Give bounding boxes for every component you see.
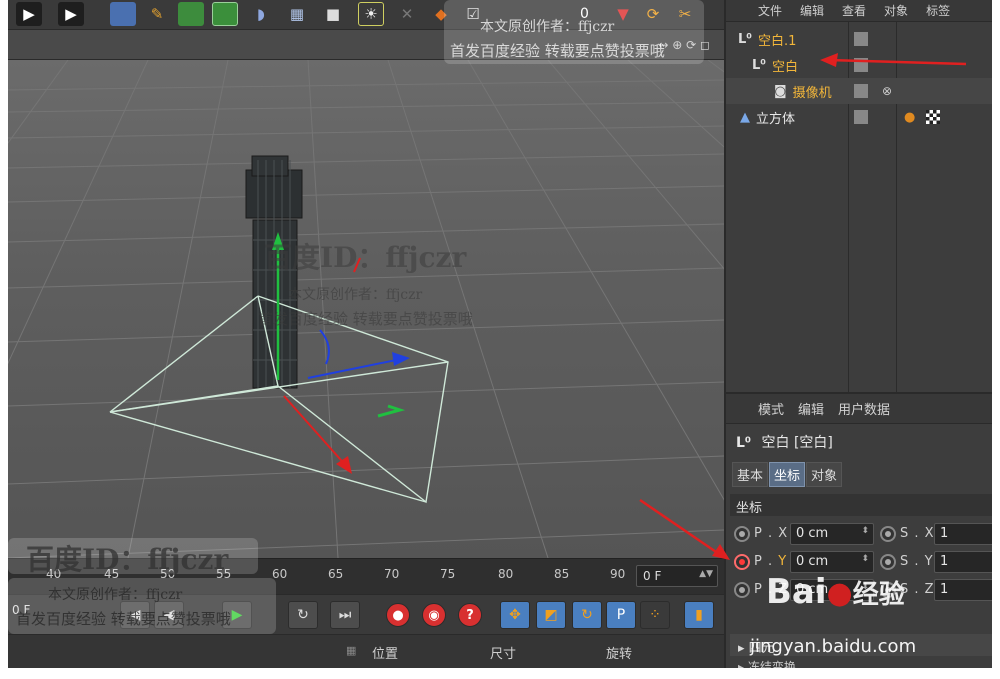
baidu-paw-icon: ● [826,576,853,611]
baidu-logo-cn: 经验 [852,580,905,610]
cinema4d-window: ▶ ▶ ✎ ◗ ▦ ■ ☀ ✕ ◆ ☑ 0 ▼ ⟳ ✂ ↔ ⊕ ⟳ ◻ 40 4… [8,0,992,668]
annotation-arrowhead [820,53,838,67]
watermark-notice-top: 首发百度经验 转载要点赞投票哦 [450,42,665,60]
watermark-author-bottom: 本文原创作者：ffjczr [48,587,183,603]
watermark-notice-bottom: 首发百度经验 转载要点赞投票哦 [16,610,231,628]
watermark-id-center: 百度ID：ffjczr [264,241,467,274]
annotation-arrow-py [639,498,723,558]
watermark-notice-center: 首发百度经验 转载要点赞投票哦 [258,310,473,328]
annotation-arrowhead [712,544,730,560]
watermark-author-center: 本文原创作者：ffjczr [288,287,423,303]
baidu-logo-text: Bai [766,572,827,612]
watermark-author-top: 本文原创作者：ffjczr [480,19,615,35]
baidu-logo: Bai●经验 [766,572,905,612]
watermark-id-bottom: 百度ID：ffjczr [26,543,229,576]
annotation-arrow-object [827,58,967,66]
watermark-site: jingyan.baidu.com [750,636,917,657]
